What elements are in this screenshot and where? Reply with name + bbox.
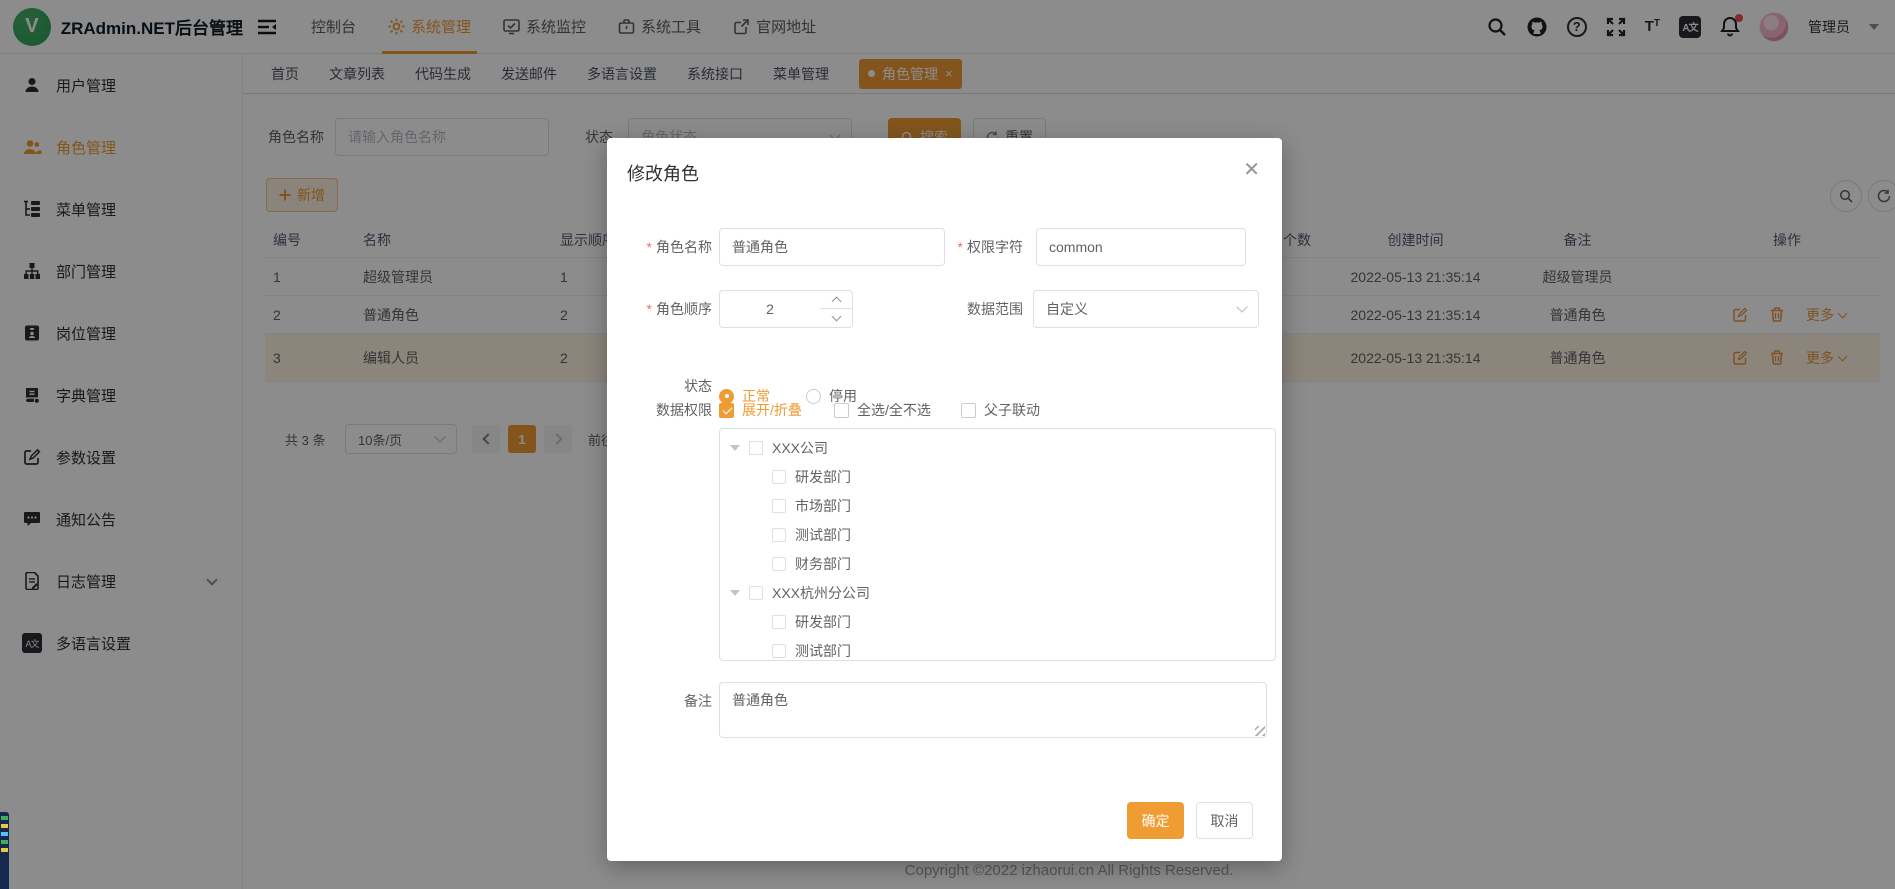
tree-node-label: 测试部门 xyxy=(795,641,851,661)
expand-collapse-label: 展开/折叠 xyxy=(742,400,802,420)
tree-node[interactable]: 测试部门 xyxy=(720,520,1275,549)
tree-node-label: 测试部门 xyxy=(795,525,851,545)
role-key-label: 权限字符 xyxy=(918,228,1023,266)
role-sort-label: 角色顺序 xyxy=(607,290,712,328)
tree-node-label: XXX公司 xyxy=(772,438,828,458)
permission-tree: XXX公司 研发部门 市场部门 测试部门 财务部门 XXX杭州分公司 xyxy=(719,428,1276,661)
tree-checkbox[interactable] xyxy=(772,644,786,658)
confirm-button[interactable]: 确定 xyxy=(1127,802,1184,839)
select-all-label: 全选/全不选 xyxy=(857,400,931,420)
role-sort-input[interactable] xyxy=(720,291,820,327)
data-scope-value: 自定义 xyxy=(1046,299,1088,319)
tree-checkbox[interactable] xyxy=(772,528,786,542)
expand-collapse-checkbox[interactable]: 展开/折叠 xyxy=(719,400,802,420)
tree-checkbox[interactable] xyxy=(749,586,763,600)
chevron-down-icon xyxy=(831,312,841,322)
tree-node[interactable]: 市场部门 xyxy=(720,491,1275,520)
role-name-input[interactable] xyxy=(719,228,945,266)
tree-checkbox[interactable] xyxy=(772,499,786,513)
stepper-up-button[interactable] xyxy=(820,291,852,309)
parent-child-link-checkbox[interactable]: 父子联动 xyxy=(961,400,1040,420)
caret-down-icon[interactable] xyxy=(730,445,740,451)
tree-node[interactable]: 测试部门 xyxy=(720,636,1275,661)
tree-node-label: XXX杭州分公司 xyxy=(772,583,870,603)
remark-label: 备注 xyxy=(607,682,712,720)
tree-node[interactable]: 研发部门 xyxy=(720,607,1275,636)
chevron-down-icon xyxy=(1236,301,1247,312)
tree-checkbox[interactable] xyxy=(772,470,786,484)
tree-node[interactable]: 财务部门 xyxy=(720,549,1275,578)
role-sort-stepper[interactable] xyxy=(719,290,853,328)
tree-node-label: 财务部门 xyxy=(795,554,851,574)
stepper-controls xyxy=(820,291,852,327)
radio-unselected-icon xyxy=(806,389,821,404)
edit-role-dialog: 修改角色 ✕ 角色名称 权限字符 角色顺序 数据范围 自定义 状态 正常 xyxy=(607,138,1282,861)
tree-node-label: 市场部门 xyxy=(795,496,851,516)
role-key-input[interactable] xyxy=(1036,228,1246,266)
tree-checkbox[interactable] xyxy=(772,557,786,571)
chevron-up-icon xyxy=(831,296,841,306)
data-permission-label: 数据权限 xyxy=(607,391,712,429)
select-all-checkbox[interactable]: 全选/全不选 xyxy=(834,400,931,420)
dialog-title: 修改角色 xyxy=(627,160,699,186)
parent-child-link-label: 父子联动 xyxy=(984,400,1040,420)
checkbox-checked-icon xyxy=(719,403,734,418)
tree-node-label: 研发部门 xyxy=(795,612,851,632)
tree-checkbox[interactable] xyxy=(749,441,763,455)
textarea-resize-handle[interactable] xyxy=(1255,726,1265,736)
stepper-down-button[interactable] xyxy=(820,309,852,327)
dialog-close-icon[interactable]: ✕ xyxy=(1243,160,1260,180)
tree-node[interactable]: XXX杭州分公司 xyxy=(720,578,1275,607)
tree-checkbox[interactable] xyxy=(772,615,786,629)
caret-down-icon[interactable] xyxy=(730,590,740,596)
tree-node[interactable]: XXX公司 xyxy=(720,433,1275,462)
tree-node-label: 研发部门 xyxy=(795,467,851,487)
role-name-label: 角色名称 xyxy=(607,228,712,266)
corner-widget-thumbnail[interactable] xyxy=(0,812,9,889)
checkbox-unchecked-icon xyxy=(834,403,849,418)
app-root: V ZRAdmin.NET后台管理 控制台 系统管理 系统监控 xyxy=(0,0,1895,889)
checkbox-unchecked-icon xyxy=(961,403,976,418)
remark-textarea[interactable]: 普通角色 xyxy=(719,682,1267,738)
data-scope-label: 数据范围 xyxy=(918,290,1023,328)
data-scope-select[interactable]: 自定义 xyxy=(1033,290,1259,328)
tree-node[interactable]: 研发部门 xyxy=(720,462,1275,491)
cancel-button[interactable]: 取消 xyxy=(1196,802,1253,839)
